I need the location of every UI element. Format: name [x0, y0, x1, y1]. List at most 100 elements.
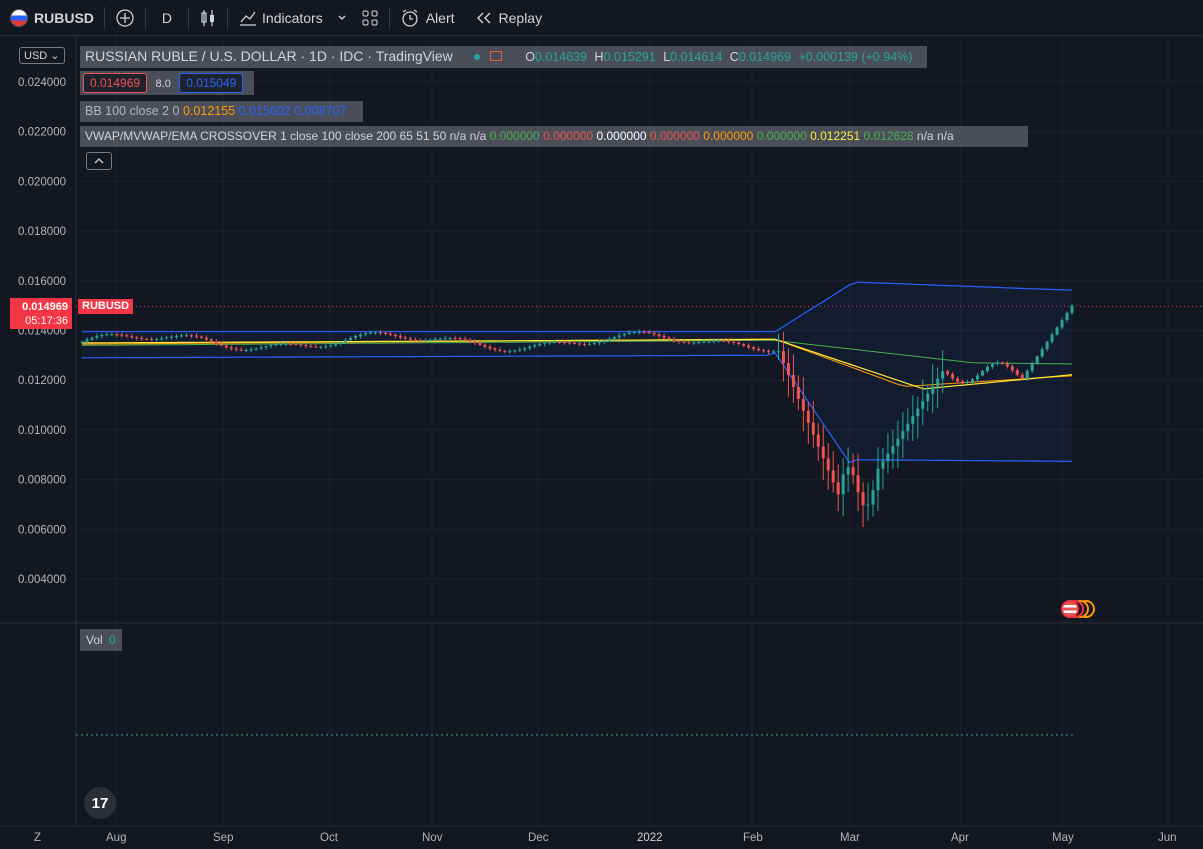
candle-body — [995, 362, 999, 364]
candle-body — [990, 363, 994, 367]
candle-body — [344, 340, 348, 343]
candle-body — [816, 434, 820, 447]
candle-body — [244, 349, 248, 351]
economic-events-icon[interactable] — [1061, 600, 1103, 620]
candle-body — [160, 338, 164, 340]
candle-body — [866, 504, 870, 506]
last-price-tag: 0.014969 05:17:36 — [10, 298, 72, 329]
candle-body — [652, 333, 656, 335]
candle-body — [931, 386, 935, 394]
time-label-2022: 2022 — [637, 832, 663, 844]
sell-price-button[interactable]: 0.014969 — [83, 73, 148, 93]
candle-body — [1025, 370, 1029, 379]
candle-body — [657, 334, 661, 336]
candle-body — [826, 458, 830, 471]
candle-body — [975, 375, 979, 380]
collapse-legend-button[interactable] — [86, 152, 112, 170]
high-label: H — [594, 50, 604, 64]
candle-body — [577, 343, 581, 345]
time-label-aug: Aug — [106, 832, 127, 844]
candle-body — [274, 344, 278, 346]
candle-body — [707, 341, 711, 343]
candle-body — [851, 467, 855, 476]
tradingview-logo[interactable]: 17 — [84, 787, 116, 819]
candle-body — [886, 453, 890, 462]
candle-body — [85, 339, 89, 342]
candle-body — [891, 446, 895, 454]
volume-value: 0 — [109, 633, 116, 647]
candle-body — [548, 342, 552, 344]
candle-body — [214, 341, 218, 344]
candle-body — [518, 349, 522, 351]
candle-body — [961, 381, 965, 383]
candle-body — [383, 332, 387, 334]
candle-body — [538, 343, 542, 346]
candle-body — [503, 350, 507, 352]
candle-body — [642, 331, 646, 333]
candle-body — [896, 438, 900, 447]
bb-lower-value: 0.008707 — [294, 104, 347, 118]
candle-body — [667, 337, 671, 340]
candle-body — [234, 348, 238, 350]
candle-body — [433, 339, 437, 341]
time-label-oct: Oct — [320, 832, 338, 844]
candle-body — [856, 475, 860, 493]
candle-body — [483, 344, 487, 347]
candle-body — [219, 343, 223, 346]
buy-price-button[interactable]: 0.015049 — [179, 73, 244, 93]
candle-body — [184, 335, 188, 337]
candle-body — [513, 350, 517, 352]
candle-body — [592, 343, 596, 345]
crossover-val: 0.000000 — [543, 129, 594, 143]
price-tick-label: 0.012000 — [18, 375, 66, 387]
candle-body — [199, 336, 203, 338]
candle-body — [95, 336, 99, 338]
candle-body — [632, 331, 636, 333]
candle-body — [881, 461, 885, 469]
candle-body — [508, 351, 512, 353]
crossover-val: n/a — [469, 129, 487, 143]
candle-body — [418, 340, 422, 342]
candle-body — [772, 351, 776, 353]
candle-body — [468, 339, 472, 342]
candle-body — [946, 371, 950, 375]
candle-body — [364, 333, 368, 335]
candle-body — [359, 334, 363, 337]
candle-body — [339, 342, 343, 344]
candle-body — [458, 338, 462, 340]
candle-body — [677, 340, 681, 342]
candle-body — [951, 374, 955, 379]
candle-body — [1050, 334, 1054, 342]
candle-body — [100, 335, 104, 337]
timezone-button[interactable]: Z — [34, 832, 41, 844]
crossover-legend[interactable]: VWAP/MVWAP/EMA CROSSOVER 1 close 100 clo… — [80, 126, 1028, 147]
candle-body — [194, 335, 198, 337]
currency-selector[interactable]: USD ⌄ — [19, 47, 65, 64]
candle-body — [936, 378, 940, 387]
time-label-apr: Apr — [951, 832, 969, 844]
candle-body — [712, 340, 716, 342]
candle-body — [145, 338, 149, 340]
candle-body — [523, 348, 527, 350]
candle-body — [861, 492, 865, 506]
status-dot-icon — [474, 54, 481, 60]
price-tick-label: 0.008000 — [18, 475, 66, 487]
candle-body — [727, 340, 731, 342]
volume-legend[interactable]: Vol 0 — [80, 629, 122, 651]
crossover-val: 0.000000 — [649, 129, 700, 143]
candle-body — [587, 343, 591, 345]
candle-body — [528, 346, 532, 349]
candle-body — [1070, 305, 1074, 313]
time-label-dec: Dec — [528, 832, 549, 844]
candle-body — [130, 336, 134, 338]
candle-body — [762, 350, 766, 352]
crossover-val: 0.012251 — [810, 129, 861, 143]
candle-body — [801, 398, 805, 411]
candle-body — [105, 334, 109, 336]
chevron-down-icon: ⌄ — [50, 50, 60, 62]
candle-body — [732, 341, 736, 343]
bb-legend[interactable]: BB 100 close 2 0 0.012155 0.015602 0.008… — [80, 101, 363, 122]
candle-body — [1045, 341, 1049, 350]
bb-fill — [82, 282, 1072, 463]
candle-body — [473, 341, 477, 343]
